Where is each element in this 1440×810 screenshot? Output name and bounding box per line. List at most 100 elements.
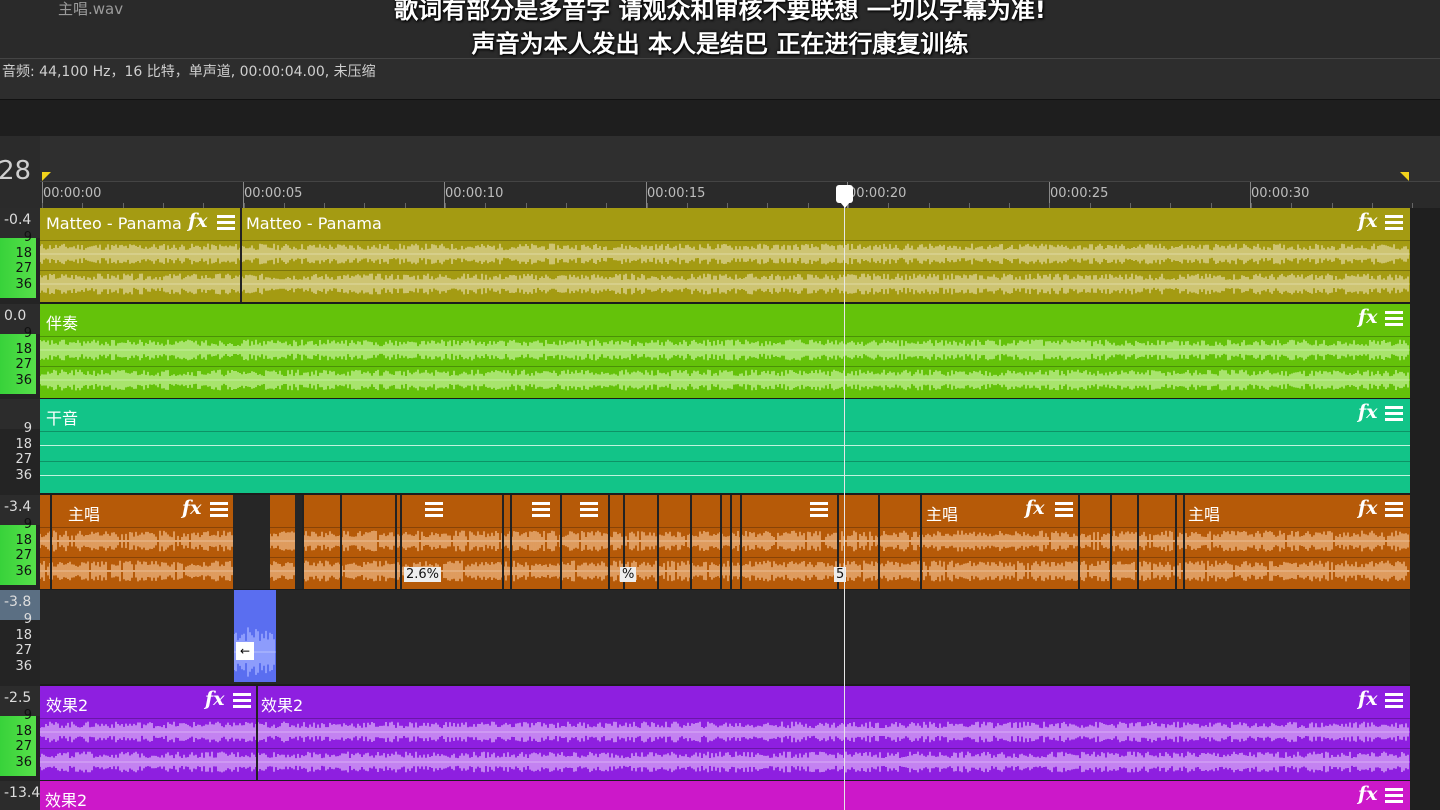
- clip-split[interactable]: [720, 495, 722, 589]
- ruler-label: 00:00:30: [1251, 186, 1310, 201]
- clip-gain-label[interactable]: 2.6%: [404, 567, 442, 582]
- clip-menu-icon[interactable]: [1385, 311, 1403, 327]
- playhead-line[interactable]: [844, 185, 845, 810]
- fx-icon[interactable]: fx: [205, 688, 225, 710]
- clip-menu-icon[interactable]: [1385, 502, 1403, 518]
- clip-split[interactable]: [502, 495, 504, 589]
- clip-split[interactable]: [256, 686, 258, 780]
- meter-scale-label: 36: [15, 467, 32, 483]
- clip-menu-icon[interactable]: [532, 502, 550, 518]
- meter-scale-label: 27: [15, 357, 32, 372]
- track-3[interactable]: 干音 fx: [40, 399, 1410, 493]
- playhead-handle[interactable]: [836, 185, 853, 208]
- clip-split[interactable]: [730, 495, 732, 589]
- meter-scale-label: 27: [15, 739, 32, 754]
- loop-region-bar[interactable]: [40, 136, 1440, 182]
- clip-menu-icon[interactable]: [1385, 693, 1403, 709]
- flat-waveform: [40, 475, 1410, 476]
- meter-scale-label: 18: [15, 532, 32, 548]
- loop-end-marker[interactable]: [1400, 172, 1409, 181]
- track-1[interactable]: Matteo - Panama fx Matteo - Panama fx: [39, 208, 1410, 302]
- track-volume-readout[interactable]: -13.4: [0, 781, 40, 810]
- clip-split[interactable]: [878, 495, 880, 589]
- track-4[interactable]: 主唱 fx 主唱 fx 主唱 fx 2.6%% 5: [39, 495, 1410, 589]
- clip-split[interactable]: [395, 495, 397, 589]
- clip-split[interactable]: [740, 495, 742, 589]
- toolbar-spacer: [0, 100, 1440, 136]
- clip-menu-icon[interactable]: [1055, 502, 1073, 518]
- waveform: [39, 751, 1410, 773]
- clip-menu-icon[interactable]: [810, 502, 828, 518]
- meter-scale-label: 9: [23, 230, 32, 245]
- clip-menu-icon[interactable]: [1385, 406, 1403, 422]
- track-7[interactable]: 效果2 fx: [40, 781, 1410, 810]
- clip-menu-icon[interactable]: [580, 502, 598, 518]
- clip-title: 伴奏: [46, 314, 79, 333]
- clip-split[interactable]: [690, 495, 692, 589]
- fx-icon[interactable]: fx: [1025, 497, 1045, 519]
- waveform: [39, 721, 1410, 743]
- clip-split[interactable]: [510, 495, 512, 589]
- clip-split[interactable]: [657, 495, 659, 589]
- clip-split[interactable]: [1137, 495, 1139, 589]
- clip-title: 效果2: [46, 696, 89, 715]
- waveform: [39, 273, 1410, 295]
- fx-icon[interactable]: fx: [182, 497, 202, 519]
- clip-title: 主唱: [68, 505, 101, 524]
- clip-split[interactable]: [340, 495, 342, 589]
- channel-lane: [39, 718, 1410, 744]
- clip-header[interactable]: [40, 399, 1410, 429]
- clip-split[interactable]: [302, 495, 304, 589]
- meter-scale-label: 18: [15, 341, 32, 357]
- clip-header[interactable]: [40, 304, 1410, 334]
- clip-split[interactable]: [240, 208, 242, 302]
- channel-lane: [39, 270, 1410, 296]
- clip-split[interactable]: [1183, 495, 1185, 589]
- clip-title: Matteo - Panama: [46, 214, 182, 233]
- fx-icon[interactable]: fx: [1358, 306, 1378, 328]
- clip-split[interactable]: [50, 495, 52, 589]
- waveform: [39, 369, 1410, 391]
- crossfade-arrow-icon[interactable]: ←: [236, 642, 254, 660]
- fx-icon[interactable]: fx: [1358, 688, 1378, 710]
- clip-title: 效果2: [45, 791, 88, 810]
- fx-icon[interactable]: fx: [1358, 401, 1378, 423]
- clip-split[interactable]: [608, 495, 610, 589]
- ruler-label: 00:00:20: [848, 186, 907, 201]
- clip-split[interactable]: [400, 495, 402, 589]
- clip-menu-icon[interactable]: [425, 502, 443, 518]
- fx-icon[interactable]: fx: [188, 210, 208, 232]
- meter-scale-label: 9: [23, 517, 32, 532]
- clip-gap: [233, 495, 270, 589]
- meter-scale-label: 36: [15, 754, 32, 770]
- clip-menu-icon[interactable]: [233, 693, 251, 709]
- clip-menu-icon[interactable]: [217, 215, 235, 231]
- track-meter-column: -0.4 9 18 27 36 0.0 9 18 27 36 9 18 27 36 -3.4 9 18 27 36-…: [0, 208, 40, 810]
- channel-lane: [40, 431, 1410, 457]
- ruler-label: 00:00:15: [647, 186, 706, 201]
- track-scroll-gutter[interactable]: [1410, 208, 1440, 810]
- small-audio-clip[interactable]: [234, 590, 276, 682]
- fx-icon[interactable]: fx: [1358, 783, 1378, 805]
- ruler-label: 00:00:00: [43, 186, 102, 201]
- clip-split[interactable]: [1175, 495, 1177, 589]
- clip-split[interactable]: [560, 495, 562, 589]
- clip-menu-icon[interactable]: [1385, 215, 1403, 231]
- clip-split[interactable]: [1110, 495, 1112, 589]
- clip-menu-icon[interactable]: [210, 502, 228, 518]
- loop-start-marker[interactable]: [42, 172, 51, 181]
- channel-lane: [39, 336, 1410, 362]
- fx-icon[interactable]: fx: [1358, 497, 1378, 519]
- clip-split[interactable]: [1078, 495, 1080, 589]
- ruler-label: 00:00:05: [244, 186, 303, 201]
- track-5[interactable]: ←: [40, 590, 1410, 684]
- time-ruler[interactable]: 00:00:00 00:00:05 00:00:10 00:00:15 00:00:20…: [40, 182, 1440, 208]
- track-2[interactable]: 伴奏 fx: [39, 304, 1410, 398]
- clip-title: 主唱: [926, 505, 959, 524]
- clip-menu-icon[interactable]: [1385, 788, 1403, 804]
- clip-split[interactable]: [920, 495, 922, 589]
- meter-scale-label: 27: [15, 643, 32, 658]
- track-6[interactable]: 效果2 fx 效果2 fx: [39, 686, 1410, 780]
- fx-icon[interactable]: fx: [1358, 210, 1378, 232]
- clip-gain-label[interactable]: %: [620, 567, 637, 582]
